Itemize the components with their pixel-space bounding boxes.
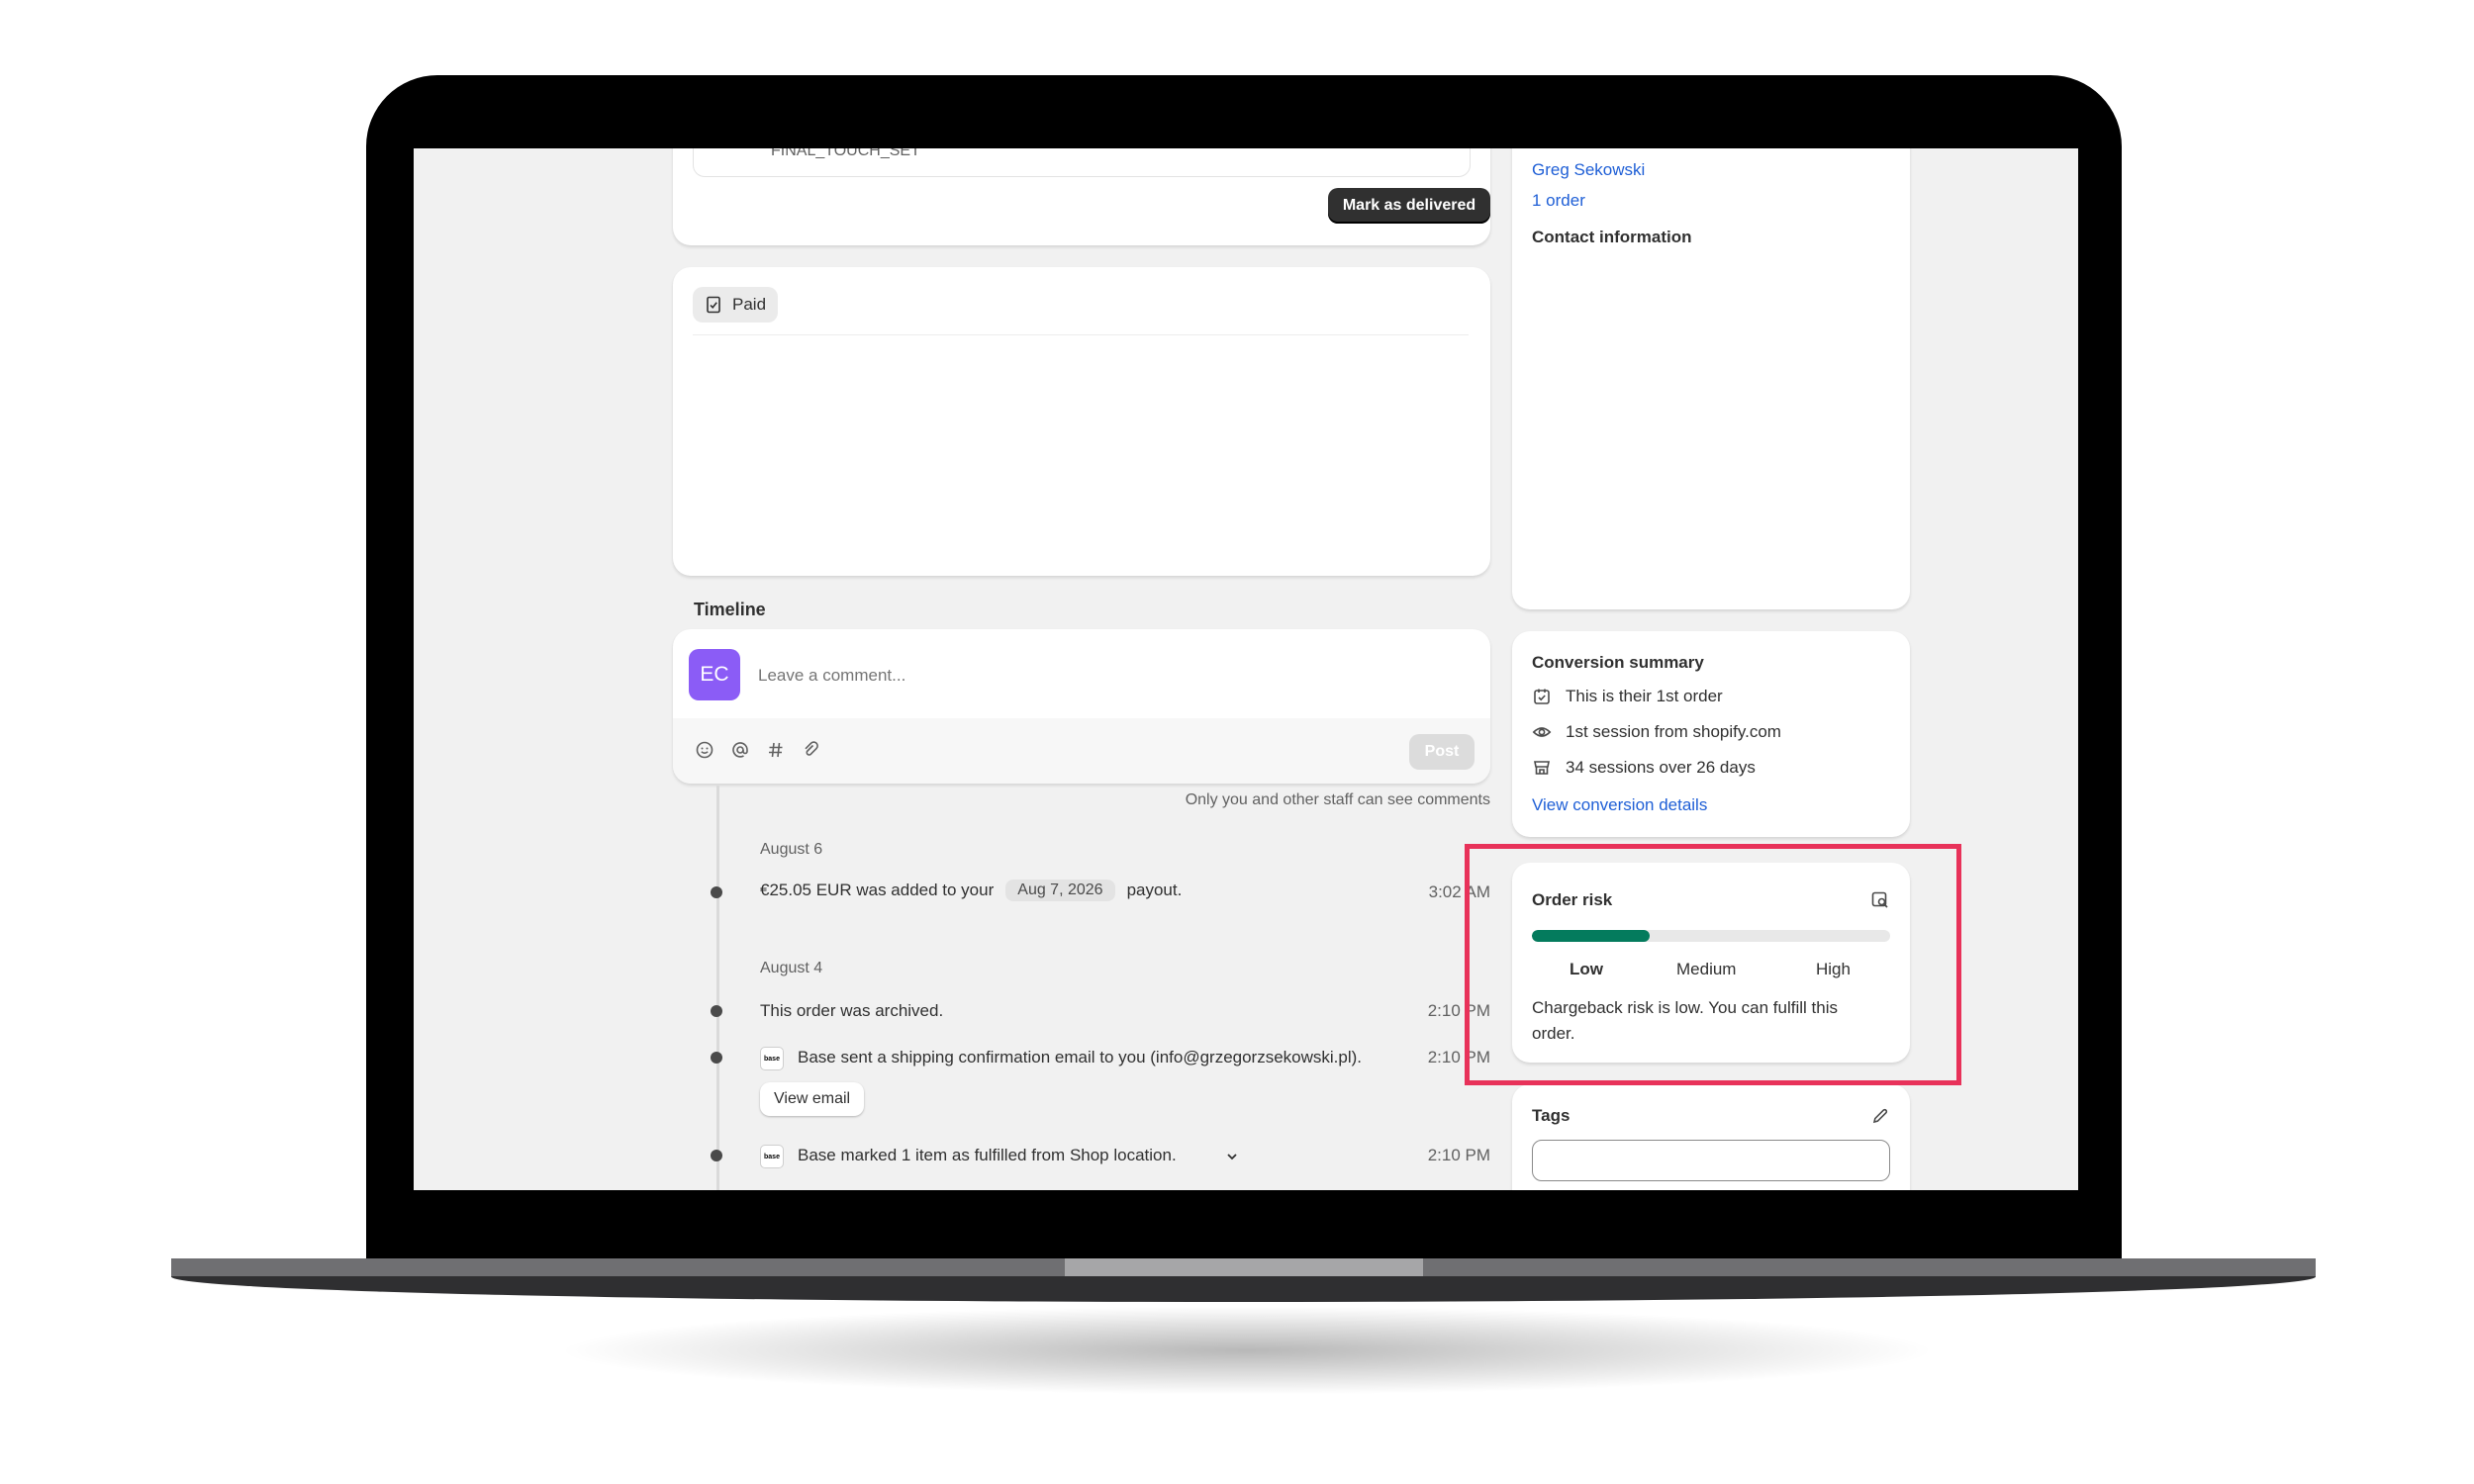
timeline-line (716, 786, 719, 1190)
fulfillment-card: FINAL_TOUCH_SET Mark as delivered (673, 148, 1490, 245)
timeline-date: August 4 (760, 960, 823, 976)
hashtag-icon[interactable] (766, 740, 786, 760)
base-logo-icon: base (760, 1145, 784, 1168)
laptop-shadow (554, 1306, 1940, 1395)
mention-icon[interactable] (730, 740, 750, 760)
view-email-button[interactable]: View email (760, 1082, 865, 1116)
timeline-dot (711, 1150, 722, 1161)
customer-name-link[interactable]: Greg Sekowski (1532, 160, 1645, 180)
tags-card: Tags (1512, 1084, 1910, 1190)
staff-note: Only you and other staff can see comment… (1185, 791, 1490, 808)
timeline-dot (711, 1005, 722, 1017)
laptop-base-bottom (171, 1276, 2316, 1302)
attachment-icon[interactable] (802, 740, 821, 760)
paid-status-badge: Paid (693, 287, 779, 323)
calendar-check-icon (1534, 689, 1550, 704)
base-logo-icon: base (760, 1047, 784, 1070)
conversion-item: 34 sessions over 26 days (1532, 758, 1756, 778)
edit-pencil-icon[interactable] (1870, 1106, 1890, 1126)
eye-icon (1532, 727, 1552, 737)
chevron-down-icon[interactable] (1225, 1150, 1239, 1163)
customer-orders-link[interactable]: 1 order (1532, 191, 1585, 211)
composer-toolbar: Post (673, 718, 1490, 784)
item-sku: FINAL_TOUCH_SET (771, 148, 920, 159)
fulfillment-item-row: FINAL_TOUCH_SET (693, 148, 1471, 177)
store-icon (1534, 761, 1550, 775)
tags-title: Tags (1532, 1106, 1570, 1125)
comment-input[interactable] (756, 657, 1453, 695)
timeline-event: This order was archived. 2:10 PM (711, 989, 1490, 1033)
event-text: This order was archived. (760, 1001, 944, 1020)
emoji-icon[interactable] (695, 740, 714, 760)
paid-status-label: Paid (732, 295, 767, 314)
contact-information-heading: Contact information (1532, 228, 1692, 246)
timeline-date: August 6 (760, 841, 823, 858)
payout-date-badge[interactable]: Aug 7, 2026 (1005, 880, 1115, 901)
order-risk-highlight (1465, 844, 1961, 1085)
post-button[interactable]: Post (1409, 734, 1475, 770)
timeline-event: base Base marked 1 item as fulfilled fro… (711, 1134, 1490, 1177)
event-time: 2:10 PM (1427, 1146, 1490, 1164)
view-conversion-details-link[interactable]: View conversion details (1532, 795, 1707, 815)
conversion-summary-card: Conversion summary This is their 1st ord… (1512, 631, 1910, 837)
timeline-event: €25.05 EUR was added to your Aug 7, 2026… (711, 871, 1490, 914)
payment-divider (693, 334, 1469, 335)
event-text: Base sent a shipping confirmation email … (798, 1048, 1363, 1067)
avatar: EC (689, 649, 740, 700)
tags-input[interactable] (1532, 1140, 1890, 1181)
conversion-item: 1st session from shopify.com (1532, 722, 1781, 742)
mark-as-delivered-button[interactable]: Mark as delivered (1328, 188, 1490, 224)
timeline-title: Timeline (694, 600, 766, 619)
laptop-hinge (1065, 1258, 1423, 1276)
timeline-dot (711, 886, 722, 898)
customer-card: Greg Sekowski 1 order Contact informatio… (1512, 148, 1910, 609)
event-text: €25.05 EUR was added to your Aug 7, 2026… (760, 880, 1183, 901)
comment-composer: EC Post (673, 629, 1490, 784)
event-text: Base marked 1 item as fulfilled from Sho… (798, 1146, 1177, 1164)
timeline-event: base Base sent a shipping confirmation e… (711, 1036, 1490, 1079)
conversion-summary-title: Conversion summary (1532, 653, 1704, 672)
timeline-dot (711, 1052, 722, 1064)
payment-card: Paid (673, 267, 1490, 576)
receipt-check-icon (707, 296, 720, 314)
conversion-item: This is their 1st order (1532, 687, 1723, 706)
